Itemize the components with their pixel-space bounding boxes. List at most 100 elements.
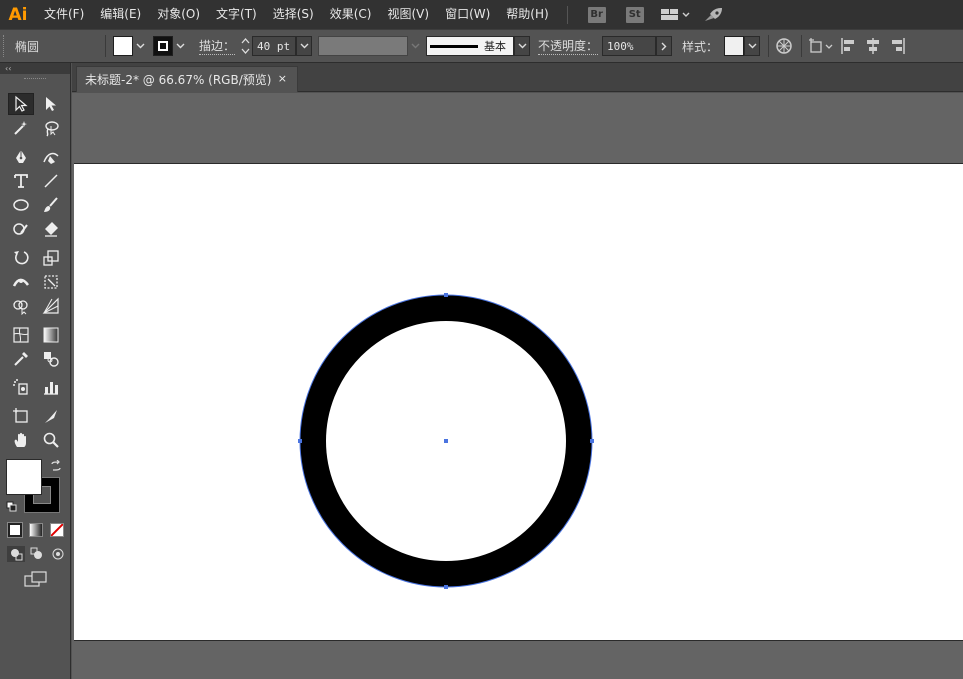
draw-inside-icon[interactable] — [49, 546, 67, 562]
column-graph-tool-icon[interactable] — [38, 376, 64, 398]
slice-tool-icon[interactable] — [38, 405, 64, 427]
lasso-tool-icon[interactable] — [38, 117, 64, 139]
control-bar-grip[interactable] — [3, 35, 11, 57]
artboard-tool-icon[interactable] — [8, 405, 34, 427]
menu-object[interactable]: 对象(O) — [149, 0, 208, 29]
rotate-tool-icon[interactable] — [8, 247, 34, 269]
menu-effect[interactable]: 效果(C) — [322, 0, 380, 29]
draw-behind-icon[interactable] — [28, 546, 46, 562]
variable-width-profile[interactable] — [318, 36, 409, 56]
eraser-tool-icon[interactable] — [38, 218, 64, 240]
illustrator-window: Ai 文件(F) 编辑(E) 对象(O) 文字(T) 选择(S) 效果(C) 视… — [0, 0, 963, 679]
tools-panel: ‹‹ — [0, 63, 71, 679]
blend-tool-icon[interactable] — [38, 348, 64, 370]
default-fill-stroke-icon[interactable] — [6, 501, 18, 516]
close-tab-icon[interactable]: × — [278, 72, 287, 85]
swap-fill-stroke-icon[interactable] — [50, 459, 62, 475]
document-tab[interactable]: 未标题-2* @ 66.67% (RGB/预览) × — [76, 66, 298, 92]
stroke-label[interactable]: 描边： — [199, 37, 236, 55]
center-point[interactable] — [444, 439, 448, 443]
brush-stroke-preview — [430, 44, 479, 48]
zoom-tool-icon[interactable] — [38, 429, 64, 451]
fill-color-box[interactable] — [6, 459, 42, 495]
color-mode-button[interactable] — [7, 522, 23, 538]
menu-file[interactable]: 文件(F) — [36, 0, 92, 29]
selection-tool-icon[interactable] — [8, 93, 34, 115]
recolor-artwork-icon[interactable] — [775, 37, 793, 55]
document-tab-title: 未标题-2* @ 66.67% (RGB/预览) — [85, 73, 272, 87]
curvature-tool-icon[interactable] — [38, 146, 64, 168]
brush-dropdown-chevron-icon[interactable] — [514, 36, 531, 56]
stroke-stepper[interactable] — [238, 35, 252, 57]
fill-dropdown-chevron-icon[interactable] — [133, 36, 147, 56]
menu-bar: Ai 文件(F) 编辑(E) 对象(O) 文字(T) 选择(S) 效果(C) 视… — [0, 0, 963, 29]
pasteboard[interactable] — [72, 93, 963, 679]
line-segment-tool-icon[interactable] — [38, 170, 64, 192]
none-mode-icon[interactable] — [50, 523, 64, 537]
free-transform-tool-icon[interactable] — [38, 271, 64, 293]
style-label: 样式： — [682, 39, 719, 54]
menu-view[interactable]: 视图(V) — [379, 0, 437, 29]
stroke-swatch[interactable] — [153, 36, 173, 56]
gradient-mode-button[interactable] — [29, 523, 43, 537]
tools-panel-collapse[interactable]: ‹‹ — [0, 63, 70, 74]
perspective-grid-tool-icon[interactable] — [38, 295, 64, 317]
opacity-label[interactable]: 不透明度： — [538, 37, 599, 55]
align-left-icon[interactable] — [840, 37, 858, 55]
opacity-arrow-icon[interactable] — [656, 36, 673, 56]
type-tool-icon[interactable] — [8, 170, 34, 192]
menu-edit[interactable]: 编辑(E) — [92, 0, 149, 29]
stroke-weight-input[interactable]: 40 pt — [252, 36, 297, 56]
anchor-point-left[interactable] — [298, 439, 302, 443]
draw-normal-icon[interactable] — [7, 546, 25, 562]
workspace-layout-icon[interactable] — [660, 7, 690, 23]
opacity-input[interactable]: 100% — [602, 36, 657, 56]
graphic-style-swatch[interactable] — [724, 36, 745, 56]
magic-wand-tool-icon[interactable] — [8, 117, 34, 139]
width-tool-icon[interactable] — [8, 271, 34, 293]
gradient-tool-icon[interactable] — [38, 324, 64, 346]
artwork — [298, 293, 594, 589]
stock-button[interactable]: St — [625, 6, 644, 23]
anchor-point-right[interactable] — [590, 439, 594, 443]
anchor-point-bottom[interactable] — [444, 585, 448, 589]
divider — [801, 35, 803, 57]
shape-builder-tool-icon[interactable] — [8, 295, 34, 317]
align-right-icon[interactable] — [888, 37, 906, 55]
anchor-point-top[interactable] — [444, 293, 448, 297]
style-dropdown-chevron-icon[interactable] — [744, 36, 761, 56]
transform-icon[interactable] — [808, 37, 834, 55]
align-center-icon[interactable] — [864, 37, 882, 55]
object-type-label: 椭圆 — [15, 39, 40, 54]
pen-tool-icon[interactable] — [8, 146, 34, 168]
app-logo: Ai — [8, 4, 28, 25]
menu-select[interactable]: 选择(S) — [265, 0, 322, 29]
divider — [105, 35, 106, 57]
profile-disabled-chevron-icon — [408, 36, 422, 56]
control-bar: 椭圆 描边： 40 pt 基本 不透明度： 100% 样式： — [0, 29, 963, 63]
mesh-tool-icon[interactable] — [8, 324, 34, 346]
brush-definition[interactable]: 基本 — [426, 36, 515, 56]
brush-label: 基本 — [484, 40, 507, 53]
divider — [768, 35, 770, 57]
bridge-button[interactable]: Br — [587, 6, 606, 23]
hand-tool-icon[interactable] — [8, 429, 34, 451]
eyedropper-tool-icon[interactable] — [8, 348, 34, 370]
fill-swatch[interactable] — [113, 36, 133, 56]
scale-tool-icon[interactable] — [38, 247, 64, 269]
shaper-tool-icon[interactable] — [8, 218, 34, 240]
symbol-sprayer-tool-icon[interactable] — [8, 376, 34, 398]
tools-panel-grip[interactable] — [0, 74, 70, 84]
document-tab-bar: 未标题-2* @ 66.67% (RGB/预览) × — [72, 63, 963, 92]
artboard[interactable] — [74, 163, 963, 641]
gpu-rocket-icon[interactable] — [702, 6, 724, 24]
menu-type[interactable]: 文字(T) — [208, 0, 265, 29]
stroke-weight-dropdown-chevron-icon[interactable] — [296, 36, 313, 56]
paintbrush-tool-icon[interactable] — [38, 194, 64, 216]
screen-mode-icon[interactable] — [24, 570, 48, 591]
stroke-dropdown-chevron-icon[interactable] — [173, 36, 187, 56]
direct-selection-tool-icon[interactable] — [38, 93, 64, 115]
menu-window[interactable]: 窗口(W) — [437, 0, 498, 29]
menu-help[interactable]: 帮助(H) — [498, 0, 556, 29]
ellipse-tool-icon[interactable] — [8, 194, 34, 216]
